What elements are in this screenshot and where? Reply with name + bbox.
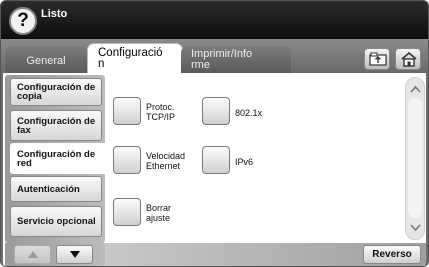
tcpip-protocol-button[interactable] bbox=[113, 97, 141, 125]
menu-item-label: Autenticación bbox=[17, 183, 80, 195]
clear-settings-button[interactable] bbox=[113, 198, 141, 226]
menu-item-label: Servicio opcional bbox=[17, 216, 96, 227]
network-options-panel: Protoc. TCP/IP 802.1x Velocidad Ethernet… bbox=[106, 75, 402, 241]
menu-scroll-controls bbox=[5, 243, 105, 266]
menu-item-fax-settings[interactable]: Configuración de fax bbox=[10, 110, 102, 141]
8021x-label: 802.1x bbox=[235, 108, 263, 118]
menu-item-network-settings[interactable]: Configuración de red bbox=[10, 143, 107, 174]
bottom-bar: Reverso bbox=[105, 243, 426, 266]
8021x-button[interactable] bbox=[202, 97, 230, 125]
tab-strip: General Configuració n Imprimir/Info rme bbox=[1, 39, 428, 73]
status-text: Listo bbox=[41, 8, 68, 20]
chevron-down-icon[interactable] bbox=[410, 224, 421, 232]
ipv6-label: IPv6 bbox=[235, 157, 254, 167]
ethernet-speed-label-line1: Velocidad bbox=[146, 151, 186, 161]
status-bar: ? Listo bbox=[1, 1, 428, 39]
ethernet-speed-button[interactable] bbox=[113, 146, 141, 174]
tab-imprimir-label-line2: rme bbox=[191, 59, 210, 71]
chevron-up-icon[interactable] bbox=[410, 85, 421, 93]
home-button[interactable] bbox=[395, 48, 421, 70]
tab-imprimir-informe[interactable]: Imprimir/Info rme bbox=[181, 46, 291, 73]
back-button[interactable]: Reverso bbox=[363, 245, 421, 264]
menu-item-label-2: fax bbox=[17, 124, 31, 136]
clear-settings-label: Borrar ajuste bbox=[146, 203, 171, 223]
menu-scroll-up-button[interactable] bbox=[14, 245, 51, 264]
tab-configuracion[interactable]: Configuració n bbox=[87, 43, 183, 73]
home-icon bbox=[401, 52, 417, 67]
help-icon[interactable]: ? bbox=[9, 7, 37, 35]
menu-item-label-2: red bbox=[17, 157, 32, 169]
menu-item-authentication[interactable]: Autenticación bbox=[10, 176, 102, 202]
left-menu: Configuración de copia Configuración de fa… bbox=[5, 75, 107, 243]
tcpip-label-line2: TCP/IP bbox=[146, 112, 176, 122]
tab-configuracion-label-line1: Configuració bbox=[98, 47, 163, 59]
down-arrow-icon bbox=[70, 251, 80, 258]
content-panel: Configuración de copia Configuración de fa… bbox=[3, 73, 426, 266]
menu-item-label-2: copia bbox=[17, 91, 42, 102]
tab-general[interactable]: General bbox=[5, 46, 87, 73]
scrollbar-thumb[interactable] bbox=[408, 98, 422, 218]
ipv6-button[interactable] bbox=[202, 146, 230, 174]
menu-scroll-down-button[interactable] bbox=[56, 245, 93, 264]
folder-icon bbox=[369, 52, 387, 66]
menu-item-copy-settings[interactable]: Configuración de copia bbox=[10, 78, 102, 106]
folder-button[interactable] bbox=[364, 48, 390, 70]
ethernet-speed-label: Velocidad Ethernet bbox=[146, 151, 185, 171]
up-arrow-icon bbox=[28, 251, 38, 258]
printer-control-panel: ? Listo General Configuració n Imprimir/… bbox=[0, 0, 429, 267]
clear-settings-label-line1: Borrar bbox=[146, 203, 172, 213]
ethernet-speed-label-line2: Ethernet bbox=[146, 161, 181, 171]
clear-settings-label-line2: ajuste bbox=[146, 213, 171, 223]
menu-item-optional-service[interactable]: Servicio opcional bbox=[10, 206, 102, 237]
scrollbar[interactable] bbox=[405, 77, 425, 240]
tcpip-protocol-label: Protoc. TCP/IP bbox=[146, 102, 175, 122]
tab-configuracion-label-line2: n bbox=[98, 58, 105, 70]
tcpip-label-line1: Protoc. bbox=[146, 102, 175, 112]
